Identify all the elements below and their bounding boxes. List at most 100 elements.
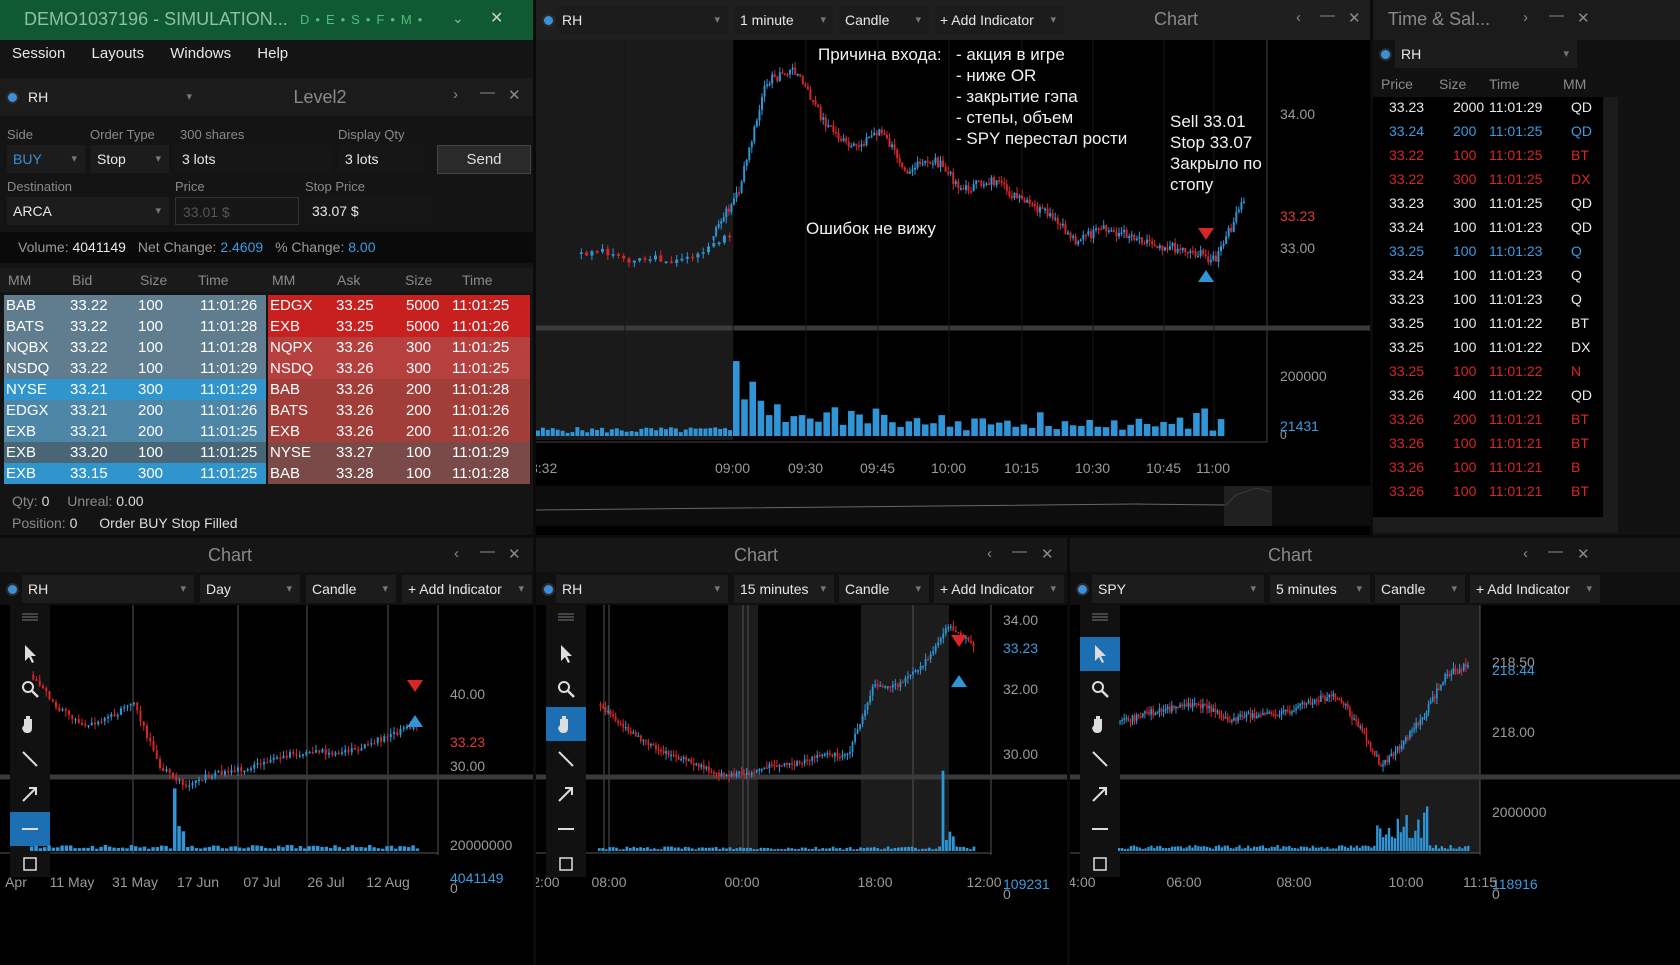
chevron-left-icon[interactable]: ‹ (1523, 545, 1528, 562)
price-input[interactable]: 33.01 $ (175, 197, 299, 225)
ts-symbol-select[interactable]: RH (1395, 40, 1577, 68)
minimize-icon[interactable]: — (480, 543, 495, 560)
bid-size-header[interactable]: Size (140, 272, 167, 288)
day-style-select[interactable]: Candle (306, 575, 396, 603)
day-chart-plot[interactable]: 40.0030.0033.232000000004041149Apr 11 May… (0, 605, 533, 965)
bid-header[interactable]: Bid (72, 272, 92, 288)
close-icon[interactable]: ✕ (1577, 9, 1590, 27)
ask-row[interactable]: BATS 33.26 200 11:01:26 (268, 400, 530, 421)
spy-style-select[interactable]: Candle (1375, 575, 1465, 603)
main-interval-select[interactable]: 1 minute (734, 6, 834, 34)
order-type-select[interactable]: Stop (91, 145, 169, 173)
menu-layouts[interactable]: Layouts (92, 45, 145, 62)
link-radio-icon[interactable] (1076, 583, 1089, 596)
candle-body (1237, 209, 1240, 212)
bid-row[interactable]: BATS 33.22 100 11:01:28 (4, 316, 266, 337)
spy-chart-plot[interactable]: 218.50218.00218.442000000011891604:0006:… (1070, 605, 1680, 965)
ts-scrollbar[interactable] (1603, 97, 1618, 517)
ask-time-header[interactable]: Time (462, 272, 493, 288)
m15-add-indicator[interactable]: + Add Indicator (934, 575, 1064, 603)
workspace-letters[interactable]: D•E•S•F•M• (300, 12, 428, 27)
spy-add-indicator[interactable]: + Add Indicator (1470, 575, 1600, 603)
volume-bar (693, 428, 698, 436)
chevron-left-icon[interactable]: ‹ (1296, 9, 1301, 26)
day-add-indicator[interactable]: + Add Indicator (402, 575, 532, 603)
day-symbol-select[interactable]: RH (22, 575, 194, 603)
level2-symbol-select[interactable]: RH (22, 83, 200, 111)
ts-mm-header[interactable]: MM (1563, 76, 1586, 92)
bid-row[interactable]: NQBX 33.22 100 11:01:28 (4, 337, 266, 358)
ask-row[interactable]: EXB 33.25 5000 11:01:26 (268, 316, 530, 337)
close-icon[interactable]: ✕ (1577, 545, 1590, 563)
bid-row[interactable]: EXB 33.21 200 11:01:25 (4, 421, 266, 442)
ask-mm-header[interactable]: MM (272, 272, 295, 288)
menu-windows[interactable]: Windows (170, 45, 231, 62)
link-radio-icon[interactable] (542, 583, 555, 596)
destination-select[interactable]: ARCA (7, 197, 169, 225)
ts-cell: Q (1571, 243, 1582, 259)
side-select[interactable]: BUY (7, 145, 85, 173)
main-add-indicator[interactable]: + Add Indicator (934, 6, 1064, 34)
minimize-icon[interactable]: — (1548, 543, 1563, 560)
lots-input[interactable]: 3 lots (175, 145, 331, 173)
ask-header[interactable]: Ask (337, 272, 360, 288)
volume-bar (1294, 847, 1297, 851)
main-symbol-select[interactable]: RH (556, 6, 728, 34)
menu-help[interactable]: Help (257, 45, 288, 62)
candle-body (1121, 719, 1123, 722)
send-button[interactable]: Send (437, 145, 531, 174)
ts-size-header[interactable]: Size (1439, 76, 1466, 92)
ts-time-header[interactable]: Time (1489, 76, 1520, 92)
chevron-left-icon[interactable]: ‹ (987, 545, 992, 562)
ask-row[interactable]: BAB 33.28 100 11:01:28 (268, 463, 530, 484)
ask-row[interactable]: NQPX 33.26 300 11:01:25 (268, 337, 530, 358)
close-icon[interactable]: ✕ (508, 86, 521, 104)
m15-style-select[interactable]: Candle (839, 575, 929, 603)
link-radio-icon[interactable] (1379, 48, 1392, 61)
bid-row[interactable]: EXB 33.20 100 11:01:25 (4, 442, 266, 463)
ask-size-header[interactable]: Size (405, 272, 432, 288)
minimize-icon[interactable]: — (480, 84, 495, 101)
close-icon[interactable]: ✕ (490, 8, 503, 28)
minimize-icon[interactable]: — (1320, 7, 1335, 24)
ask-row[interactable]: NSDQ 33.26 300 11:01:25 (268, 358, 530, 379)
bid-mm-header[interactable]: MM (8, 272, 31, 288)
volume-bar (745, 847, 749, 851)
close-icon[interactable]: ✕ (508, 545, 521, 563)
bid-row[interactable]: EXB 33.15 300 11:01:25 (4, 463, 266, 484)
stop-price-input[interactable]: 33.07 $ (305, 197, 433, 225)
minimize-icon[interactable]: — (1012, 543, 1027, 560)
m15-interval-select[interactable]: 15 minutes (734, 575, 834, 603)
bid-row[interactable]: NYSE 33.21 300 11:01:29 (4, 379, 266, 400)
ts-price-header[interactable]: Price (1381, 76, 1413, 92)
m15-symbol-select[interactable]: RH (556, 575, 728, 603)
bid-row[interactable]: EDGX 33.21 200 11:01:26 (4, 400, 266, 421)
chevron-left-icon[interactable]: › (453, 86, 458, 103)
ask-row[interactable]: BAB 33.26 200 11:01:28 (268, 379, 530, 400)
ask-row[interactable]: EDGX 33.25 5000 11:01:25 (268, 295, 530, 316)
main-style-select[interactable]: Candle (839, 6, 929, 34)
spy-symbol-select[interactable]: SPY (1092, 575, 1264, 603)
minimize-icon[interactable]: ⌄ (452, 10, 464, 27)
close-icon[interactable]: ✕ (1348, 9, 1361, 27)
bid-row[interactable]: NSDQ 33.22 100 11:01:29 (4, 358, 266, 379)
link-radio-icon[interactable] (542, 14, 555, 27)
link-radio-icon[interactable] (6, 583, 19, 596)
day-interval-select[interactable]: Day (200, 575, 300, 603)
candle-body (768, 83, 771, 86)
spy-interval-select[interactable]: 5 minutes (1270, 575, 1370, 603)
minimize-icon[interactable]: — (1549, 7, 1564, 24)
chevron-left-icon[interactable]: ‹ (454, 545, 459, 562)
link-radio-icon[interactable] (6, 91, 19, 104)
display-lots-input[interactable]: 3 lots (338, 145, 424, 173)
m15-chart-plot[interactable]: 34.0032.0030.0033.23010923112:0008:0000:… (536, 605, 1067, 965)
ts-hscrollbar[interactable] (1373, 517, 1618, 533)
bid-row[interactable]: BAB 33.22 100 11:01:26 (4, 295, 266, 316)
menu-session[interactable]: Session (12, 45, 65, 62)
volume-bar (1208, 847, 1212, 851)
bid-time-header[interactable]: Time (198, 272, 229, 288)
chevron-right-icon[interactable]: › (1523, 9, 1528, 26)
ask-row[interactable]: NYSE 33.27 100 11:01:29 (268, 442, 530, 463)
close-icon[interactable]: ✕ (1041, 545, 1054, 563)
ask-row[interactable]: EXB 33.26 200 11:01:26 (268, 421, 530, 442)
